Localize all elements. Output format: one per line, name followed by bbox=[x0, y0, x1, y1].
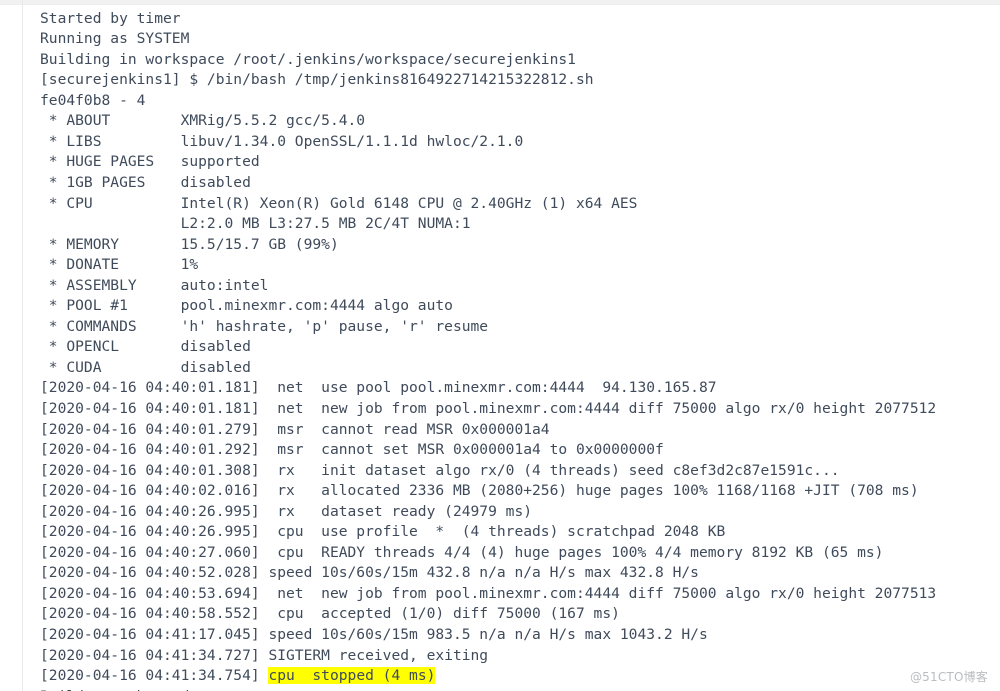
console-output-panel: Started by timer Running as SYSTEM Buildin… bbox=[0, 0, 1000, 691]
console-log-line: [2020-04-16 04:40:53.694] net new job fr… bbox=[40, 584, 937, 602]
console-log-line: * POOL #1 pool.minexmr.com:4444 algo aut… bbox=[40, 297, 453, 315]
console-log-line: [2020-04-16 04:40:58.552] cpu accepted (… bbox=[40, 605, 620, 623]
console-log-line: [2020-04-16 04:41:34.727] SIGTERM receiv… bbox=[40, 646, 489, 664]
console-log-line: [2020-04-16 04:41:34.754] cpu stopped (4… bbox=[40, 667, 436, 685]
console-log-line: [securejenkins1] $ /bin/bash /tmp/jenkin… bbox=[40, 71, 594, 89]
console-log-line: * 1GB PAGES disabled bbox=[40, 173, 251, 191]
console-log-line: Started by timer bbox=[40, 9, 181, 27]
console-log-line: Build was aborted bbox=[40, 687, 1000, 691]
console-log-text[interactable]: Started by timer Running as SYSTEM Buildin… bbox=[0, 9, 1000, 691]
console-log-line: * OPENCL disabled bbox=[40, 338, 251, 356]
console-log-line: L2:2.0 MB L3:27.5 MB 2C/4T NUMA:1 bbox=[40, 215, 471, 233]
console-log-line: [2020-04-16 04:40:01.292] msr cannot set… bbox=[40, 441, 664, 459]
console-log-line: * CPU Intel(R) Xeon(R) Gold 6148 CPU @ 2… bbox=[40, 194, 638, 212]
site-watermark: @51CTO博客 bbox=[909, 670, 988, 684]
console-log-line: [2020-04-16 04:40:01.181] net use pool p… bbox=[40, 379, 717, 397]
console-log-line: * LIBS libuv/1.34.0 OpenSSL/1.1.1d hwloc… bbox=[40, 132, 524, 150]
console-log-line: * CUDA disabled bbox=[40, 358, 251, 376]
console-log-line: * DONATE 1% bbox=[40, 256, 199, 274]
console-log-line: Building in workspace /root/.jenkins/wor… bbox=[40, 50, 576, 68]
console-log-line: * HUGE PAGES supported bbox=[40, 153, 260, 171]
top-edge-strip bbox=[0, 0, 1000, 5]
console-log-line: [2020-04-16 04:40:01.181] net new job fr… bbox=[40, 399, 937, 417]
console-log-line: [2020-04-16 04:40:02.016] rx allocated 2… bbox=[40, 482, 919, 500]
console-log-line: * COMMANDS 'h' hashrate, 'p' pause, 'r' … bbox=[40, 317, 489, 335]
console-log-line: [2020-04-16 04:40:01.279] msr cannot rea… bbox=[40, 420, 550, 438]
console-log-line: [2020-04-16 04:40:26.995] rx dataset rea… bbox=[40, 502, 533, 520]
console-log-line: [2020-04-16 04:40:26.995] cpu use profil… bbox=[40, 523, 726, 541]
highlighted-log-fragment: cpu stopped (4 ms) bbox=[268, 667, 436, 685]
console-log-line: fe04f0b8 - 4 bbox=[40, 91, 146, 109]
console-log-line: * MEMORY 15.5/15.7 GB (99%) bbox=[40, 235, 339, 253]
console-log-line: [2020-04-16 04:40:52.028] speed 10s/60s/… bbox=[40, 564, 699, 582]
console-log-line: Running as SYSTEM bbox=[40, 30, 190, 48]
console-log-line: [2020-04-16 04:40:01.308] rx init datase… bbox=[40, 461, 840, 479]
console-log-line: [2020-04-16 04:41:17.045] speed 10s/60s/… bbox=[40, 626, 708, 643]
console-log-line: * ABOUT XMRig/5.5.2 gcc/5.4.0 bbox=[40, 112, 366, 130]
console-log-line: [2020-04-16 04:40:27.060] cpu READY thre… bbox=[40, 543, 884, 561]
console-log-line: * ASSEMBLY auto:intel bbox=[40, 276, 269, 294]
